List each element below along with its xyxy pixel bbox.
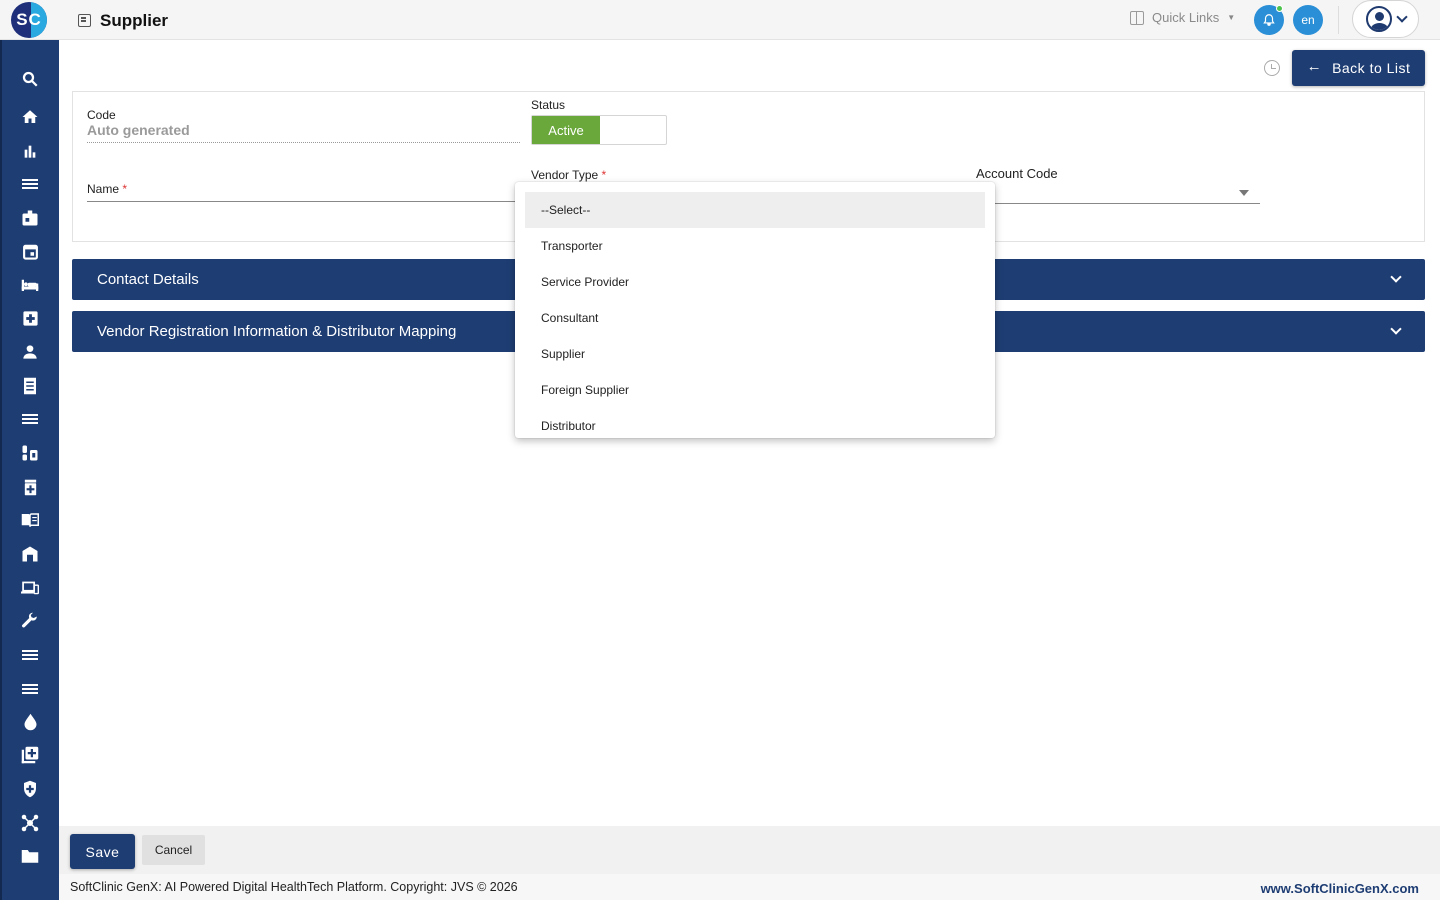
vendor-type-dropdown: --Select-- Transporter Service Provider … (515, 182, 995, 438)
name-label-text: Name (87, 182, 120, 196)
dropdown-caret-icon[interactable] (1239, 190, 1249, 196)
chevron-down-icon (1390, 271, 1402, 283)
save-button[interactable]: Save (70, 834, 135, 869)
arrow-left-icon: ← (1306, 58, 1323, 75)
person-icon[interactable] (21, 343, 39, 361)
chevron-down-icon (1395, 11, 1408, 23)
history-icon[interactable] (1264, 60, 1280, 76)
dropdown-option[interactable]: Service Provider (525, 264, 985, 300)
website-link[interactable]: www.SoftClinicGenX.com (1261, 881, 1419, 896)
devices-icon[interactable] (21, 579, 39, 597)
required-marker: * (122, 182, 128, 196)
menu-icon[interactable] (21, 175, 39, 193)
quick-links-menu[interactable]: Quick Links ▼ (1130, 10, 1235, 25)
cancel-button[interactable]: Cancel (142, 835, 205, 865)
badge-icon[interactable] (21, 209, 39, 227)
avatar (1365, 6, 1392, 32)
dropdown-option[interactable]: Transporter (525, 228, 985, 264)
notification-dot (1276, 5, 1283, 12)
page-icon (78, 14, 91, 27)
user-menu-button[interactable] (1352, 0, 1419, 38)
caret-down-icon: ▼ (1227, 13, 1236, 22)
form-actions: Save Cancel (59, 826, 1440, 874)
quick-links-label: Quick Links (1152, 10, 1220, 25)
sidebar (0, 40, 59, 900)
medicine-box-icon[interactable] (21, 478, 39, 496)
account-code-select[interactable] (976, 203, 1260, 204)
status-label: Status (531, 98, 566, 112)
code-underline (87, 142, 520, 143)
calendar-icon[interactable] (21, 242, 39, 260)
bed-icon[interactable] (21, 276, 39, 294)
pharmacy-icon[interactable] (21, 444, 39, 462)
hub-icon[interactable] (21, 814, 39, 832)
footer: SoftClinic GenX: AI Powered Digital Heal… (59, 874, 1440, 900)
back-to-list-button[interactable]: ← Back to List (1292, 50, 1425, 86)
copyright-text: SoftClinic GenX: AI Powered Digital Heal… (70, 880, 518, 894)
dropdown-option[interactable]: Consultant (525, 300, 985, 336)
notifications-button[interactable] (1254, 5, 1284, 35)
home-icon[interactable] (21, 108, 39, 126)
dropdown-option[interactable]: Distributor (525, 408, 985, 438)
add-library-icon[interactable] (21, 746, 39, 764)
wrench-icon[interactable] (21, 612, 39, 630)
bar-chart-icon[interactable] (21, 142, 39, 160)
menu-icon[interactable] (21, 646, 39, 664)
menu-icon[interactable] (21, 680, 39, 698)
required-marker: * (601, 168, 607, 182)
bell-icon (1263, 14, 1275, 26)
section-title: Vendor Registration Information & Distri… (97, 323, 457, 340)
gift-icon (1130, 10, 1144, 25)
name-label: Name * (87, 182, 127, 196)
folder-icon[interactable] (21, 847, 39, 865)
dropdown-option[interactable]: Supplier (525, 336, 985, 372)
store-icon[interactable] (21, 545, 39, 563)
code-field: Auto generated (87, 122, 190, 138)
divider (1338, 6, 1339, 34)
book-icon[interactable] (21, 511, 39, 529)
code-label: Code (87, 108, 116, 122)
search-icon[interactable] (21, 70, 39, 88)
chevron-down-icon (1390, 323, 1402, 335)
vendor-type-label: Vendor Type * (531, 168, 606, 182)
top-bar: SC Supplier Quick Links ▼ en (0, 0, 1440, 40)
page-title: Supplier (100, 11, 169, 30)
name-field[interactable] (87, 201, 520, 202)
account-code-label: Account Code (976, 166, 1058, 181)
menu-icon[interactable] (21, 410, 39, 428)
drop-icon[interactable] (21, 713, 39, 731)
dropdown-option[interactable]: Foreign Supplier (525, 372, 985, 408)
app-logo[interactable]: SC (11, 2, 47, 38)
receipt-icon[interactable] (21, 377, 39, 395)
back-to-list-label: Back to List (1332, 60, 1411, 76)
shield-plus-icon[interactable] (21, 780, 39, 798)
section-title: Contact Details (97, 271, 199, 288)
language-button[interactable]: en (1293, 5, 1323, 35)
status-toggle[interactable]: Active (531, 115, 667, 145)
medical-plus-icon[interactable] (21, 309, 39, 327)
status-active-option[interactable]: Active (532, 116, 600, 144)
dropdown-option[interactable]: --Select-- (525, 192, 985, 228)
vendor-type-label-text: Vendor Type (531, 168, 599, 182)
